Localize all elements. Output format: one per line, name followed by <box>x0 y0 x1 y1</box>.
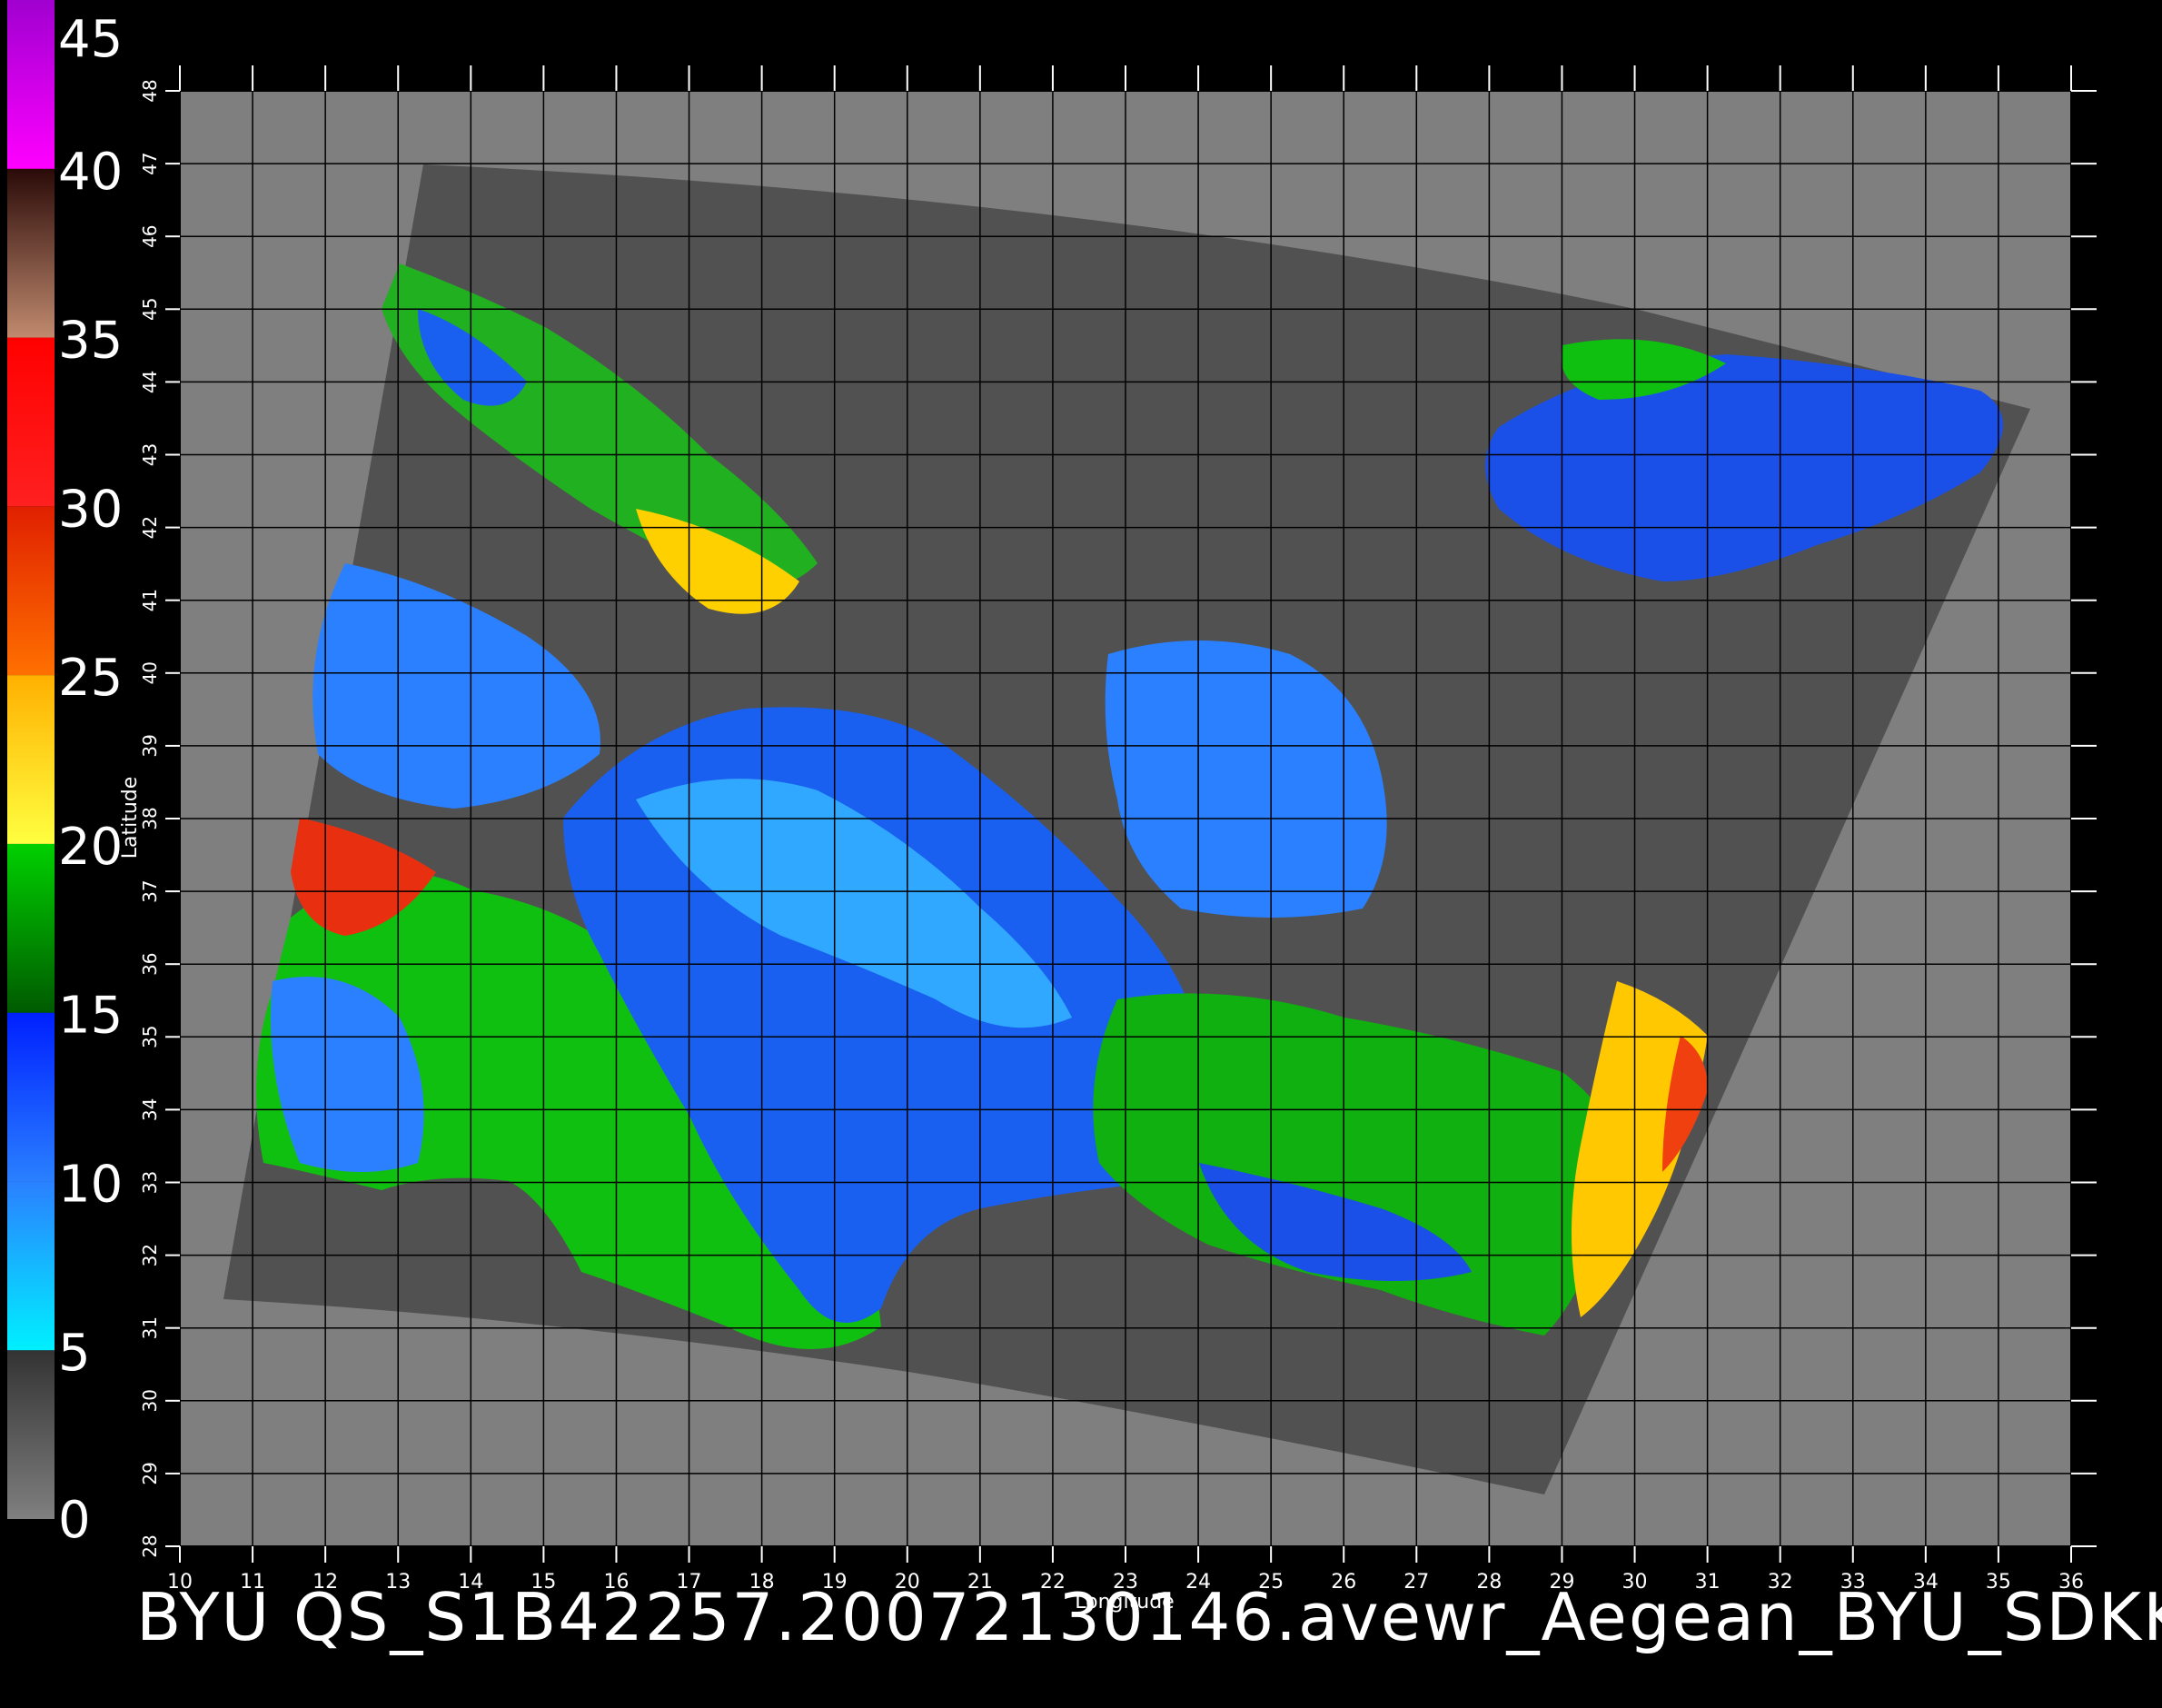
colorbar-band-0-5 <box>7 1350 55 1519</box>
y-tick-label-47: 47 <box>139 152 161 174</box>
colorbar-band-10-15 <box>7 1012 55 1182</box>
colorbar-band-5-10 <box>7 1181 55 1351</box>
colorbar-label-25: 25 <box>58 649 123 708</box>
y-tick-label-31: 31 <box>139 1316 161 1339</box>
colorbar-label-20: 20 <box>58 818 123 877</box>
colorbar-label-30: 30 <box>58 480 123 539</box>
lat-lon-grid <box>179 90 2072 1547</box>
y-tick-label-28: 28 <box>139 1534 161 1557</box>
y-tick-label-43: 43 <box>139 443 161 466</box>
y-tick-label-29: 29 <box>139 1462 161 1485</box>
y-tick-label-44: 44 <box>139 371 161 393</box>
y-tick-labels: 28 29 30 31 32 33 34 35 36 37 38 39 40 41 42 43 44 45 46 47… <box>139 79 161 1557</box>
y-tick-label-35: 35 <box>139 1026 161 1048</box>
colorbar-labels: 0 5 10 15 20 25 30 35 40 45 <box>58 10 123 1550</box>
colorbar-label-35: 35 <box>58 312 123 371</box>
colorbar-label-0: 0 <box>58 1491 91 1550</box>
colorbar-band-30-35 <box>7 337 55 507</box>
y-tick-label-36: 36 <box>139 952 161 975</box>
y-tick-label-41: 41 <box>139 589 161 611</box>
colorbar-label-5: 5 <box>58 1324 91 1383</box>
y-tick-label-40: 40 <box>139 661 161 684</box>
y-tick-label-37: 37 <box>139 879 161 902</box>
colorbar-label-45: 45 <box>58 10 123 69</box>
colorbar-band-40-45 <box>7 0 55 169</box>
y-tick-label-34: 34 <box>139 1098 161 1121</box>
colorbar-band-35-40 <box>7 168 55 338</box>
colorbar-band-25-30 <box>7 506 55 676</box>
y-tick-label-30: 30 <box>139 1389 161 1412</box>
colorbar-label-40: 40 <box>58 143 123 202</box>
colorbar-label-15: 15 <box>58 987 123 1046</box>
colorbar-band-20-25 <box>7 675 55 844</box>
y-tick-label-38: 38 <box>139 807 161 829</box>
colorbar-band-15-20 <box>7 843 55 1013</box>
y-tick-label-33: 33 <box>139 1171 161 1194</box>
y-tick-label-32: 32 <box>139 1244 161 1266</box>
colorbar-label-10: 10 <box>58 1155 123 1214</box>
y-axis-label: Latitude <box>119 777 142 859</box>
product-caption: BYU QS_S1B42257.20072130146.avewr_Aegean… <box>136 1579 2162 1655</box>
y-tick-label-45: 45 <box>139 298 161 321</box>
y-tick-label-42: 42 <box>139 516 161 539</box>
y-tick-label-46: 46 <box>139 224 161 247</box>
y-tick-label-48: 48 <box>139 79 161 102</box>
y-tick-label-39: 39 <box>139 734 161 757</box>
colorbar <box>7 0 55 1519</box>
wind-speed-map: 051015202530354045 10 11 12 13 14 15 16 17 18 19 2… <box>7 0 2097 1614</box>
